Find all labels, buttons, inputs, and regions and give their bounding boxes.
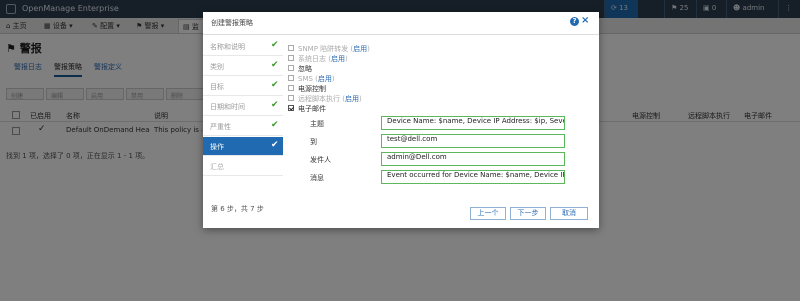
check-icon: ✔: [271, 80, 279, 90]
subject-input[interactable]: Device Name: $name, Device IP Address: $…: [381, 116, 565, 130]
from-label: 发件人: [310, 156, 331, 164]
from-input[interactable]: admin@Dell.com: [381, 152, 565, 166]
check-icon: ✔: [271, 140, 279, 150]
step-name-description[interactable]: 名称和说明 ✔: [203, 37, 283, 56]
create-alert-policy-dialog: 创建警报策略 ? × 名称和说明 ✔ 类别 ✔ 目标 ✔ 日期和时间 ✔ 严重性…: [203, 12, 599, 228]
check-icon: ✔: [271, 100, 279, 110]
step-label: 名称和说明: [210, 43, 245, 51]
snmp-label: SNMP 陷阱转发: [298, 45, 349, 53]
subject-label: 主题: [310, 120, 324, 128]
step-label: 严重性: [210, 123, 231, 131]
sms-label: SMS: [298, 75, 313, 83]
email-label: 电子邮件: [298, 105, 326, 113]
next-button[interactable]: 下一步: [510, 207, 546, 220]
power-label: 电源控制: [298, 85, 326, 93]
step-info: 第 6 步，共 7 步: [211, 205, 264, 213]
step-label: 目标: [210, 83, 224, 91]
check-icon: ✔: [271, 40, 279, 50]
snmp-enable-link[interactable]: 启用: [353, 45, 367, 53]
check-icon: ✔: [271, 60, 279, 70]
ignore-checkbox[interactable]: [288, 65, 294, 71]
syslog-enable-link[interactable]: 启用: [331, 55, 345, 63]
snmp-checkbox[interactable]: [288, 45, 294, 51]
step-date-time[interactable]: 日期和时间 ✔: [203, 97, 283, 116]
power-checkbox[interactable]: [288, 85, 294, 91]
sms-enable-link[interactable]: 启用: [318, 75, 332, 83]
syslog-checkbox[interactable]: [288, 55, 294, 61]
step-severity[interactable]: 严重性 ✔: [203, 117, 283, 136]
step-actions[interactable]: 操作 ✔: [203, 137, 283, 156]
dialog-divider: [203, 34, 599, 35]
step-summary[interactable]: 汇总: [203, 157, 283, 176]
help-icon[interactable]: ?: [570, 17, 579, 26]
remote-script-enable-link[interactable]: 启用: [345, 95, 359, 103]
check-icon: ✔: [271, 120, 279, 130]
step-label: 类别: [210, 63, 224, 71]
to-input[interactable]: test@dell.com: [381, 134, 565, 148]
syslog-label: 系统日志: [298, 55, 326, 63]
previous-button[interactable]: 上一个: [470, 207, 506, 220]
sms-checkbox[interactable]: [288, 75, 294, 81]
email-checkbox[interactable]: [288, 105, 294, 111]
dialog-title: 创建警报策略: [211, 19, 253, 27]
ignore-label: 忽略: [298, 65, 312, 73]
step-label: 汇总: [210, 163, 224, 171]
close-icon[interactable]: ×: [581, 15, 589, 26]
cancel-button[interactable]: 取消: [550, 207, 588, 220]
step-category[interactable]: 类别 ✔: [203, 57, 283, 76]
step-target[interactable]: 目标 ✔: [203, 77, 283, 96]
message-input[interactable]: Event occurred for Device Name: $name, D…: [381, 170, 565, 184]
step-label: 操作: [210, 143, 224, 151]
to-label: 到: [310, 138, 317, 146]
remote-script-checkbox[interactable]: [288, 95, 294, 101]
step-label: 日期和时间: [210, 103, 245, 111]
message-label: 消息: [310, 174, 324, 182]
remote-script-label: 远程脚本执行: [298, 95, 340, 103]
